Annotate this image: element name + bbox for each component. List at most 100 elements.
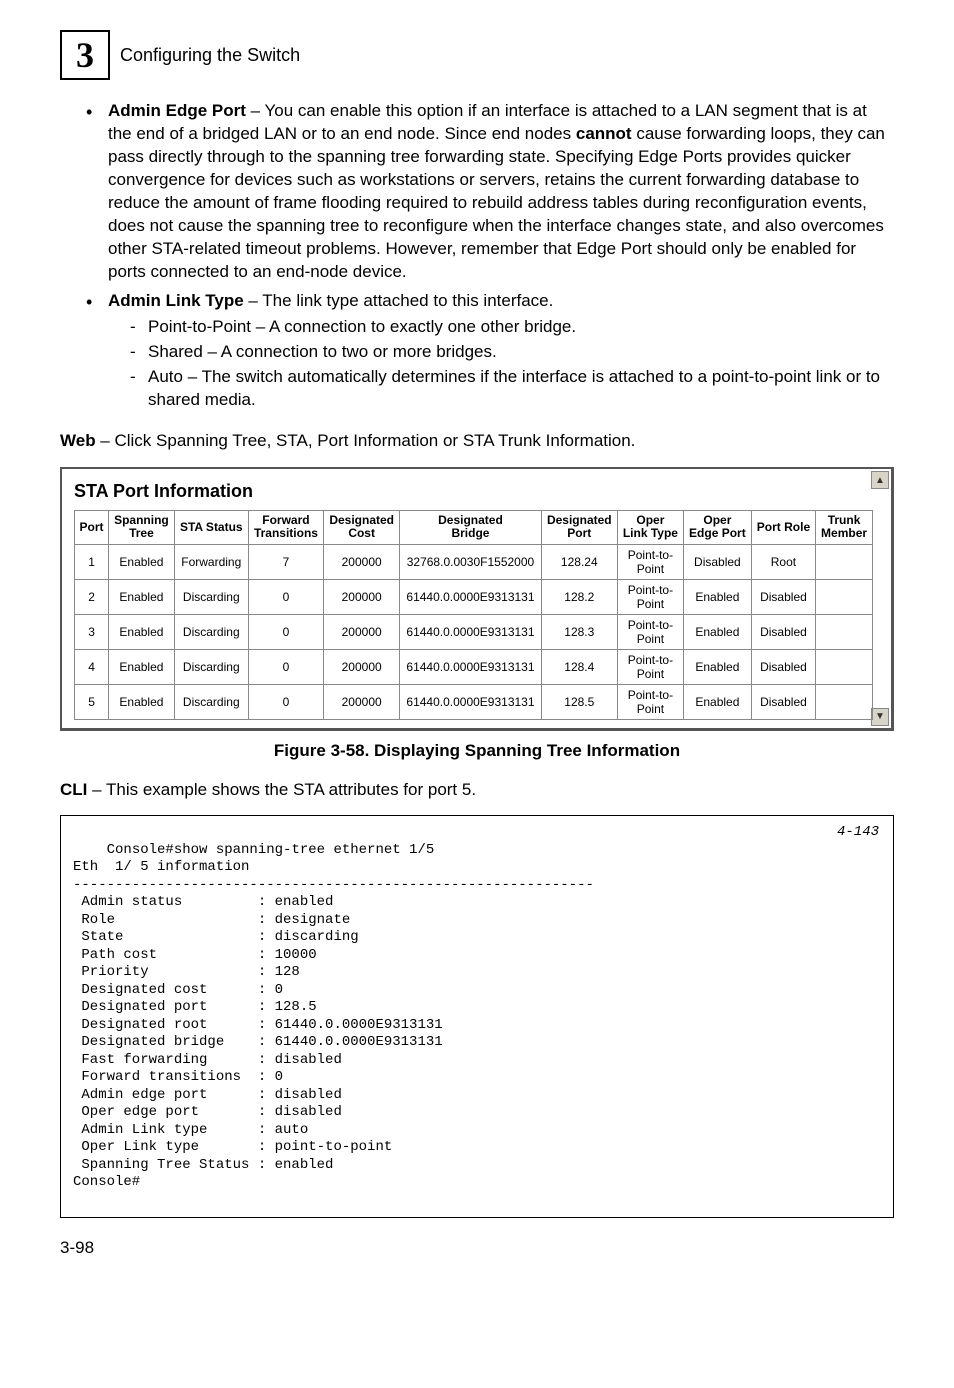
cell: 128.4	[541, 649, 617, 684]
screenshot-title: STA Port Information	[74, 481, 873, 502]
cell: 200000	[324, 649, 400, 684]
cell: Enabled	[109, 614, 175, 649]
cell: 61440.0.0000E9313131	[400, 684, 542, 719]
cell	[816, 544, 873, 579]
th-port: Port	[75, 511, 109, 544]
cell: 200000	[324, 579, 400, 614]
web-text: – Click Spanning Tree, STA, Port Informa…	[96, 431, 636, 450]
sub-bullet-auto: Auto – The switch automatically determin…	[130, 366, 894, 412]
cell: Discarding	[174, 649, 248, 684]
th-forward-transitions: ForwardTransitions	[248, 511, 323, 544]
cell: Disabled	[684, 544, 752, 579]
cell: Disabled	[751, 614, 815, 649]
web-instruction: Web – Click Spanning Tree, STA, Port Inf…	[60, 430, 894, 453]
cell: Enabled	[109, 649, 175, 684]
cell	[816, 684, 873, 719]
bullet-text: – The link type attached to this interfa…	[244, 291, 554, 310]
cell: Discarding	[174, 579, 248, 614]
th-trunk-member: TrunkMember	[816, 511, 873, 544]
cell: 0	[248, 614, 323, 649]
th-oper-edge-port: OperEdge Port	[684, 511, 752, 544]
cell: Enabled	[684, 614, 752, 649]
body-bullet-list: Admin Edge Port – You can enable this op…	[60, 100, 894, 412]
cell	[816, 614, 873, 649]
cell: 61440.0.0000E9313131	[400, 649, 542, 684]
code-page-reference: 4-143	[837, 824, 879, 842]
cell: 7	[248, 544, 323, 579]
bullet-label: Admin Edge Port	[108, 101, 246, 120]
th-sta-status: STA Status	[174, 511, 248, 544]
code-block: 4-143 Console#show spanning-tree ethernet…	[60, 815, 894, 1218]
th-designated-port: DesignatedPort	[541, 511, 617, 544]
cell: 200000	[324, 684, 400, 719]
cell	[816, 649, 873, 684]
table-header-row: Port SpanningTree STA Status ForwardTran…	[75, 511, 873, 544]
cell: 5	[75, 684, 109, 719]
cell: Disabled	[751, 649, 815, 684]
cell: 2	[75, 579, 109, 614]
cell: 200000	[324, 614, 400, 649]
th-designated-cost: DesignatedCost	[324, 511, 400, 544]
th-spanning-tree: SpanningTree	[109, 511, 175, 544]
cli-instruction: CLI – This example shows the STA attribu…	[60, 779, 894, 802]
chapter-title: Configuring the Switch	[120, 45, 300, 66]
chapter-number: 3	[76, 34, 94, 76]
cli-label: CLI	[60, 780, 87, 799]
cell: Forwarding	[174, 544, 248, 579]
bullet-bold-cannot: cannot	[576, 124, 632, 143]
cell: 0	[248, 649, 323, 684]
figure-caption: Figure 3-58. Displaying Spanning Tree In…	[60, 741, 894, 761]
cli-text: – This example shows the STA attributes …	[87, 780, 476, 799]
cell: 4	[75, 649, 109, 684]
sta-port-table: Port SpanningTree STA Status ForwardTran…	[74, 510, 873, 719]
cell: 128.24	[541, 544, 617, 579]
cell: Point-to-Point	[617, 579, 683, 614]
sub-bullet-shared: Shared – A connection to two or more bri…	[130, 341, 894, 364]
table-row: 2 Enabled Discarding 0 200000 61440.0.00…	[75, 579, 873, 614]
cell: Enabled	[684, 684, 752, 719]
cell: 128.5	[541, 684, 617, 719]
code-text: Console#show spanning-tree ethernet 1/5 …	[73, 842, 594, 1191]
screenshot-container: ▲ ▼ STA Port Information Port SpanningTr…	[60, 467, 894, 730]
table-row: 1 Enabled Forwarding 7 200000 32768.0.00…	[75, 544, 873, 579]
sub-bullet-p2p: Point-to-Point – A connection to exactly…	[130, 316, 894, 339]
cell: Point-to-Point	[617, 649, 683, 684]
sub-bullet-list: Point-to-Point – A connection to exactly…	[108, 316, 894, 412]
page-number: 3-98	[60, 1238, 894, 1258]
cell: 128.3	[541, 614, 617, 649]
cell: Enabled	[109, 544, 175, 579]
cell: Enabled	[109, 579, 175, 614]
table-body: 1 Enabled Forwarding 7 200000 32768.0.00…	[75, 544, 873, 719]
table-row: 4 Enabled Discarding 0 200000 61440.0.00…	[75, 649, 873, 684]
table-row: 5 Enabled Discarding 0 200000 61440.0.00…	[75, 684, 873, 719]
cell: Discarding	[174, 614, 248, 649]
bullet-label: Admin Link Type	[108, 291, 244, 310]
cell: 1	[75, 544, 109, 579]
th-designated-bridge: DesignatedBridge	[400, 511, 542, 544]
cell: Disabled	[751, 579, 815, 614]
cell: Point-to-Point	[617, 684, 683, 719]
cell: 0	[248, 684, 323, 719]
table-row: 3 Enabled Discarding 0 200000 61440.0.00…	[75, 614, 873, 649]
cell: 32768.0.0030F1552000	[400, 544, 542, 579]
cell	[816, 579, 873, 614]
cell: Root	[751, 544, 815, 579]
cell: Point-to-Point	[617, 614, 683, 649]
page-header: 3 Configuring the Switch	[60, 30, 894, 80]
cell: Enabled	[684, 649, 752, 684]
cell: 0	[248, 579, 323, 614]
cell: Enabled	[684, 579, 752, 614]
cell: Disabled	[751, 684, 815, 719]
cell: Point-to-Point	[617, 544, 683, 579]
cell: 128.2	[541, 579, 617, 614]
bullet-text2: cause forwarding loops, they can pass di…	[108, 124, 885, 281]
chapter-number-badge: 3	[60, 30, 110, 80]
bullet-admin-link-type: Admin Link Type – The link type attached…	[86, 290, 894, 413]
cell: 61440.0.0000E9313131	[400, 579, 542, 614]
cell: 200000	[324, 544, 400, 579]
cell: 61440.0.0000E9313131	[400, 614, 542, 649]
th-port-role: Port Role	[751, 511, 815, 544]
cell: 3	[75, 614, 109, 649]
web-label: Web	[60, 431, 96, 450]
th-oper-link-type: OperLink Type	[617, 511, 683, 544]
